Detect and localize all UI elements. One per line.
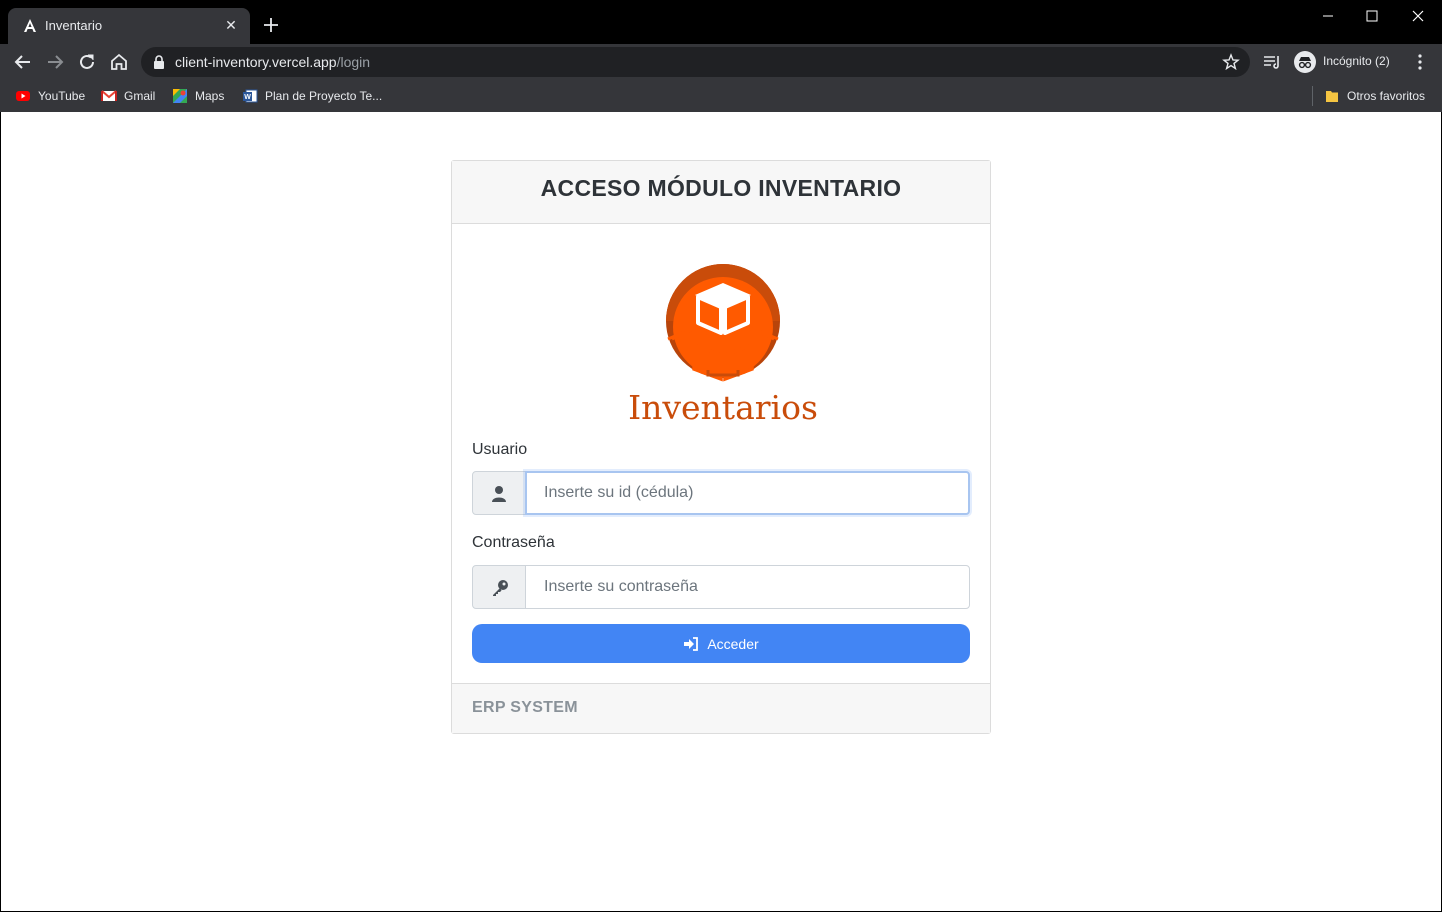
new-tab-icon[interactable] [260,14,282,36]
bookmark-maps[interactable]: Maps [172,85,224,107]
page-viewport: ACCESO MÓDULO INVENTARIO Inventarios Usu… [1,112,1441,911]
bookmarks-separator [1312,86,1313,106]
card-header: ACCESO MÓDULO INVENTARIO [452,161,990,224]
user-id-input[interactable] [525,471,970,515]
user-input-group [472,471,970,515]
bookmark-gmail[interactable]: Gmail [101,85,155,107]
reload-icon[interactable] [75,50,99,74]
title-bar: Inventario ✕ [0,0,1442,44]
tab-close-icon[interactable]: ✕ [222,16,240,34]
svg-text:W: W [244,94,251,101]
url-text: client-inventory.vercel.app/login [175,54,371,70]
minimize-icon[interactable] [1317,6,1339,26]
close-window-icon[interactable] [1407,6,1429,26]
login-button[interactable]: Acceder [472,624,970,663]
bookmarks-bar: YouTube Gmail Maps W Plan de Proyecto Te… [0,80,1442,112]
incognito-profile-button[interactable]: Incógnito (2) [1292,49,1404,75]
browser-menu-icon[interactable] [1410,52,1430,72]
lock-icon [154,55,164,69]
address-bar[interactable]: client-inventory.vercel.app/login [141,47,1250,77]
tab-title: Inventario [45,18,103,33]
password-input[interactable] [525,565,970,609]
page-title: ACCESO MÓDULO INVENTARIO [540,175,902,201]
password-label: Contraseña [472,534,555,551]
back-icon[interactable] [11,50,35,74]
bookmark-youtube[interactable]: YouTube [15,85,85,107]
folder-icon [1326,91,1338,102]
browser-tab[interactable]: Inventario ✕ [8,8,250,44]
login-button-label: Acceder [707,635,759,652]
password-input-group [472,565,970,609]
browser-chrome: Inventario ✕ client-inventory.vercel.app… [0,0,1442,112]
word-document-icon: W [243,89,258,103]
maximize-icon[interactable] [1361,6,1383,26]
youtube-icon [16,91,30,101]
user-addon [472,471,526,515]
logo-text: Inventarios [628,388,818,427]
gmail-icon [101,90,117,101]
angular-icon [24,19,36,32]
footer-text: ERP SYSTEM [472,699,578,716]
browser-toolbar: client-inventory.vercel.app/login Incógn… [0,44,1442,80]
card-footer: ERP SYSTEM [452,683,990,733]
user-icon [492,486,506,502]
user-label: Usuario [472,441,528,458]
forward-icon[interactable] [43,50,67,74]
other-bookmarks-folder[interactable]: Otros favoritos [1324,85,1425,107]
reading-list-icon[interactable] [1262,52,1282,72]
bookmark-star-icon[interactable] [1222,53,1240,71]
bookmark-plan-proyecto[interactable]: W Plan de Proyecto Te... [242,85,382,107]
sign-in-icon [684,636,699,651]
password-addon [472,565,526,609]
key-icon [493,580,508,596]
incognito-icon [1294,51,1316,73]
login-card: ACCESO MÓDULO INVENTARIO Inventarios Usu… [451,160,991,734]
maps-icon [173,89,187,103]
profile-label: Incógnito (2) [1323,54,1390,68]
inventarios-logo: Inventarios [628,264,818,427]
home-icon[interactable] [107,50,131,74]
